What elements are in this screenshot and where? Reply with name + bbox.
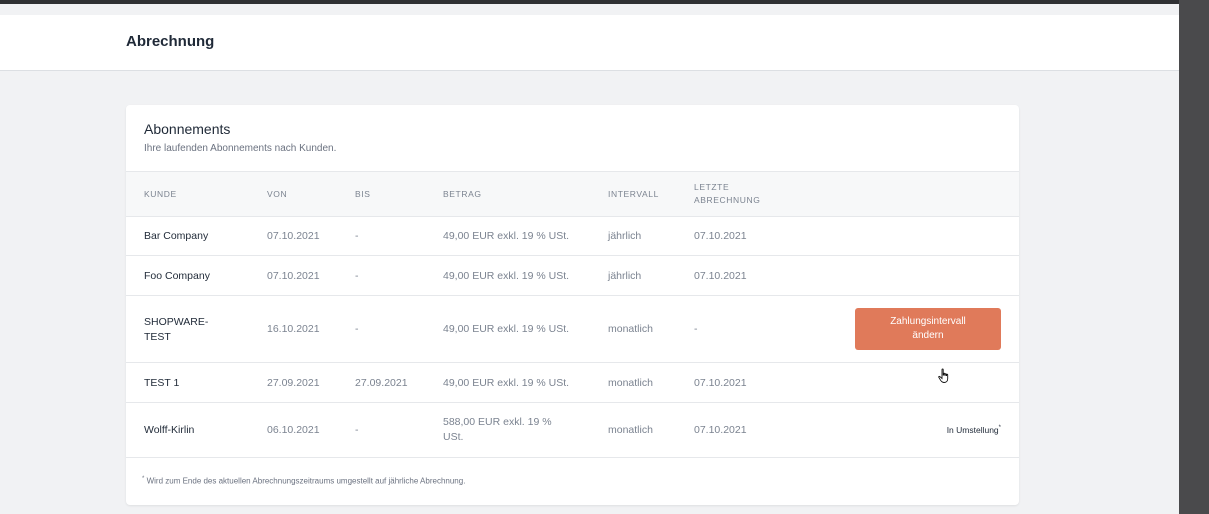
cell-intervall: monatlich bbox=[608, 323, 653, 335]
cell-von: 16.10.2021 bbox=[267, 323, 320, 335]
cell-intervall: monatlich bbox=[608, 424, 653, 436]
column-header-betrag: BETRAG bbox=[443, 189, 482, 199]
cell-von: 06.10.2021 bbox=[267, 424, 320, 436]
cell-betrag: 49,00 EUR exkl. 19 % USt. bbox=[443, 323, 570, 335]
cell-intervall: jährlich bbox=[608, 230, 642, 242]
cell-von: 07.10.2021 bbox=[267, 230, 320, 242]
cell-kunde: SHOPWARE- TEST bbox=[144, 315, 208, 345]
footnote: * Wird zum Ende des aktuellen Abrechnung… bbox=[142, 476, 465, 486]
card-subtitle: Ihre laufenden Abonnements nach Kunden. bbox=[144, 143, 337, 154]
change-interval-button[interactable]: Zahlungsintervall ändern bbox=[855, 308, 1001, 350]
cell-kunde: Bar Company bbox=[144, 230, 209, 242]
cell-bis: 27.09.2021 bbox=[355, 377, 408, 389]
footnote-text: Wird zum Ende des aktuellen Abrechnungsz… bbox=[146, 476, 466, 486]
status-in-umstellung: In Umstellung* bbox=[947, 425, 1001, 435]
table-row: Wolff-Kirlin 06.10.2021 - 588,00 EUR exk… bbox=[126, 403, 1019, 458]
status-footnote-mark: * bbox=[998, 425, 1001, 432]
status-label: In Umstellung bbox=[946, 425, 999, 435]
cell-bis: - bbox=[355, 323, 359, 335]
window-scrollbar-gutter[interactable] bbox=[1179, 0, 1209, 514]
change-interval-label-line1: Zahlungsintervall bbox=[890, 316, 966, 327]
cell-intervall: jährlich bbox=[608, 270, 642, 282]
page-header: Abrechnung bbox=[0, 15, 1179, 71]
cell-von: 27.09.2021 bbox=[267, 377, 320, 389]
cell-kunde-line2: TEST bbox=[144, 331, 171, 343]
subscriptions-card: Abonnements Ihre laufenden Abonnements n… bbox=[126, 105, 1019, 505]
column-header-letzte-line1: LETZTE bbox=[694, 182, 730, 192]
table-row: TEST 1 27.09.2021 27.09.2021 49,00 EUR e… bbox=[126, 363, 1019, 403]
column-header-von: VON bbox=[267, 189, 288, 199]
cell-kunde-line1: SHOPWARE- bbox=[144, 316, 209, 328]
cell-kunde: TEST 1 bbox=[144, 377, 180, 389]
column-header-bis: BIS bbox=[355, 189, 371, 199]
column-header-letzte-abrechnung: LETZTE ABRECHNUNG bbox=[694, 181, 760, 207]
cell-betrag-line1: 588,00 EUR exkl. 19 % bbox=[443, 416, 552, 428]
cell-von: 07.10.2021 bbox=[267, 270, 320, 282]
table-header: KUNDE VON BIS BETRAG INTERVALL LETZTE AB… bbox=[126, 171, 1019, 217]
cell-betrag: 49,00 EUR exkl. 19 % USt. bbox=[443, 377, 570, 389]
table-row: SHOPWARE- TEST 16.10.2021 - 49,00 EUR ex… bbox=[126, 296, 1019, 363]
cell-bis: - bbox=[355, 230, 359, 242]
cell-betrag: 588,00 EUR exkl. 19 % USt. bbox=[443, 415, 552, 445]
cell-bis: - bbox=[355, 270, 359, 282]
footnote-mark: * bbox=[142, 476, 145, 482]
table-row: Foo Company 07.10.2021 - 49,00 EUR exkl.… bbox=[126, 256, 1019, 296]
hand-cursor-icon bbox=[938, 368, 949, 383]
table-row: Bar Company 07.10.2021 - 49,00 EUR exkl.… bbox=[126, 216, 1019, 256]
cell-betrag-line2: USt. bbox=[443, 431, 464, 443]
change-interval-label-line2: ändern bbox=[912, 330, 944, 341]
column-header-letzte-line2: ABRECHNUNG bbox=[694, 195, 761, 205]
page-title: Abrechnung bbox=[126, 33, 215, 50]
card-title: Abonnements bbox=[144, 121, 231, 137]
column-header-intervall: INTERVALL bbox=[608, 189, 659, 199]
app-content: Abrechnung Abonnements Ihre laufenden Ab… bbox=[0, 4, 1179, 514]
cell-kunde: Wolff-Kirlin bbox=[144, 424, 195, 436]
cell-bis: - bbox=[355, 424, 359, 436]
cell-letzte-abrechnung: 07.10.2021 bbox=[694, 270, 747, 282]
cell-intervall: monatlich bbox=[608, 377, 653, 389]
cell-betrag: 49,00 EUR exkl. 19 % USt. bbox=[443, 270, 570, 282]
cell-letzte-abrechnung: 07.10.2021 bbox=[694, 230, 747, 242]
cell-betrag: 49,00 EUR exkl. 19 % USt. bbox=[443, 230, 570, 242]
cell-letzte-abrechnung: - bbox=[694, 323, 698, 335]
column-header-kunde: KUNDE bbox=[144, 189, 177, 199]
cell-kunde: Foo Company bbox=[144, 270, 210, 282]
cell-letzte-abrechnung: 07.10.2021 bbox=[694, 424, 747, 436]
cell-letzte-abrechnung: 07.10.2021 bbox=[694, 377, 747, 389]
